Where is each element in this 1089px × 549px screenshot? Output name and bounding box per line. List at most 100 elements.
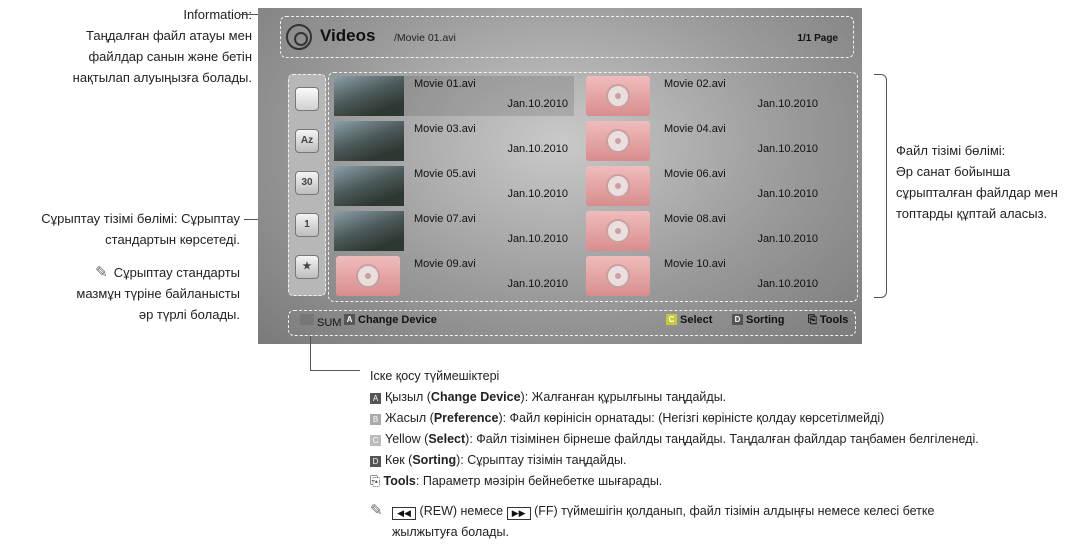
file-name: Movie 01.avi	[414, 78, 476, 90]
file-list-bracket	[874, 74, 887, 298]
instruction-note-line: жылжытуға болады.	[392, 525, 509, 539]
video-thumbnail	[334, 166, 404, 206]
rewind-icon: ◀◀	[392, 507, 417, 520]
instruction-d: D Көк (Sorting): Сұрыптау тізімін таңдайд…	[370, 450, 1089, 471]
file-date: Jan.10.2010	[757, 278, 818, 290]
file-name: Movie 07.avi	[414, 213, 476, 225]
sorting-button[interactable]: D Sorting	[732, 314, 785, 326]
tools-icon: ⎘	[808, 314, 820, 326]
video-file-icon	[586, 121, 650, 161]
key-a-icon: A	[344, 314, 355, 325]
information-annotation: Information: Таңдалған файл атауы мен фа…	[0, 4, 252, 88]
film-reel-icon	[356, 264, 380, 288]
video-reel-icon	[286, 24, 312, 50]
file-item[interactable]: Movie 07.avi Jan.10.2010	[334, 211, 574, 251]
file-date: Jan.10.2010	[757, 98, 818, 110]
file-name: Movie 02.avi	[664, 78, 726, 90]
file-date: Jan.10.2010	[507, 143, 568, 155]
tools-icon: ⎘	[370, 474, 384, 488]
file-date: Jan.10.2010	[507, 98, 568, 110]
calendar-30-icon[interactable]: 30	[295, 171, 319, 195]
file-list-line: Файл тізімі бөлімі:	[896, 143, 1006, 158]
sum-button[interactable]: SUM	[300, 314, 341, 329]
sort-note-line: мазмұн түріне байланысты	[76, 286, 240, 301]
calendar-1-icon[interactable]: 1	[295, 213, 319, 237]
buttons-leader-line	[310, 336, 311, 370]
file-name: Movie 03.avi	[414, 123, 476, 135]
key-c-icon: C	[370, 435, 381, 446]
file-item[interactable]: Movie 04.avi Jan.10.2010	[584, 121, 824, 161]
file-date: Jan.10.2010	[757, 143, 818, 155]
file-item[interactable]: Movie 08.avi Jan.10.2010	[584, 211, 824, 251]
file-list-grid: Movie 01.avi Jan.10.2010 Movie 02.avi Jan.1…	[330, 74, 858, 300]
file-name: Movie 09.avi	[414, 258, 476, 270]
information-heading: Information:	[183, 7, 252, 22]
key-a-icon: A	[370, 393, 381, 404]
file-item[interactable]: Movie 03.avi Jan.10.2010	[334, 121, 574, 161]
file-name: Movie 10.avi	[664, 258, 726, 270]
note-pencil-icon: ✎	[370, 502, 383, 519]
film-reel-icon	[606, 84, 630, 108]
instruction-tools: ⎘ Tools: Параметр мәзірін бейнебетке шығ…	[370, 474, 663, 488]
video-file-icon	[586, 256, 650, 296]
information-line: Таңдалған файл атауы мен	[86, 28, 252, 43]
key-b-icon: B	[370, 414, 381, 425]
file-list-line: Әр санат бойынша	[896, 164, 1011, 179]
instruction-c: C Yellow (Select): Файл тізімінен бірнеше…	[370, 429, 1089, 450]
az-sort-icon[interactable]: Az	[295, 129, 319, 153]
note-pencil-icon: ✎	[95, 264, 108, 281]
instruction-b: B Жасыл (Preference): Файл көрінісін орна…	[370, 408, 1089, 429]
sort-list-sidebar: Az 30 1 ★	[288, 74, 326, 296]
file-name: Movie 08.avi	[664, 213, 726, 225]
file-date: Jan.10.2010	[507, 278, 568, 290]
video-thumbnail	[334, 121, 404, 161]
buttons-leader-line	[310, 370, 360, 371]
sort-note-annotation: ✎ Сұрыптау стандарты мазмұн түріне байлан…	[0, 262, 240, 325]
file-item[interactable]: Movie 01.avi Jan.10.2010	[334, 76, 574, 116]
file-name: Movie 04.avi	[664, 123, 726, 135]
video-thumbnail	[334, 76, 404, 116]
instructions: Іске қосу түймешіктері A Қызыл (Change De…	[370, 366, 1089, 543]
file-date: Jan.10.2010	[507, 233, 568, 245]
instructions-heading: Іске қосу түймешіктері	[370, 369, 500, 383]
video-thumbnail	[334, 211, 404, 251]
file-item[interactable]: Movie 05.avi Jan.10.2010	[334, 166, 574, 206]
page-title: Videos	[320, 26, 376, 45]
file-item[interactable]: Movie 09.avi Jan.10.2010	[334, 256, 574, 296]
file-item[interactable]: Movie 10.avi Jan.10.2010	[584, 256, 824, 296]
star-icon[interactable]: ★	[295, 255, 319, 279]
tv-screen: Videos /Movie 01.avi 1/1 Page Az 30 1 ★ …	[258, 8, 862, 344]
video-file-icon	[586, 166, 650, 206]
instruction-note: ✎ ◀◀ (REW) немесе ▶▶ (FF) түймешігін қол…	[370, 502, 935, 520]
file-date: Jan.10.2010	[507, 188, 568, 200]
footer-buttons: SUM A Change Device C Select D Sorting ⎘ To…	[288, 308, 854, 336]
sort-list-annotation: Сұрыптау тізімі бөлімі: Сұрыптау стандар…	[0, 208, 240, 250]
fast-forward-icon: ▶▶	[506, 507, 531, 520]
information-line: файлдар санын және бетін	[88, 49, 252, 64]
video-file-icon	[586, 76, 650, 116]
file-list-annotation: Файл тізімі бөлімі: Әр санат бойынша сұр…	[896, 140, 1089, 224]
select-button[interactable]: C Select	[666, 314, 712, 326]
change-device-button[interactable]: A Change Device	[344, 314, 437, 326]
sort-note-line: Сұрыптау стандарты	[113, 265, 240, 280]
instruction-a: A Қызыл (Change Device): Жалғанған құрылғ…	[370, 387, 1089, 408]
sort-list-line: стандартын көрсетеді.	[105, 232, 240, 247]
information-line: нақтылап алуыңызға болады.	[72, 70, 252, 85]
file-item[interactable]: Movie 06.avi Jan.10.2010	[584, 166, 824, 206]
remote-key-icon	[300, 314, 314, 325]
sort-note-line: әр түрлі болады.	[138, 307, 240, 322]
key-d-icon: D	[370, 456, 381, 467]
sort-list-line: Сұрыптау тізімі бөлімі: Сұрыптау	[41, 211, 240, 226]
film-reel-icon	[606, 129, 630, 153]
file-date: Jan.10.2010	[757, 188, 818, 200]
tools-button[interactable]: ⎘ Tools	[808, 314, 848, 327]
film-reel-icon	[606, 174, 630, 198]
key-c-icon: C	[666, 314, 677, 325]
file-list-line: топтарды құптай аласыз.	[896, 206, 1048, 221]
folder-icon[interactable]	[295, 87, 319, 111]
file-item[interactable]: Movie 02.avi Jan.10.2010	[584, 76, 824, 116]
video-file-icon	[336, 256, 400, 296]
file-name: Movie 06.avi	[664, 168, 726, 180]
video-file-icon	[586, 211, 650, 251]
film-reel-icon	[606, 219, 630, 243]
